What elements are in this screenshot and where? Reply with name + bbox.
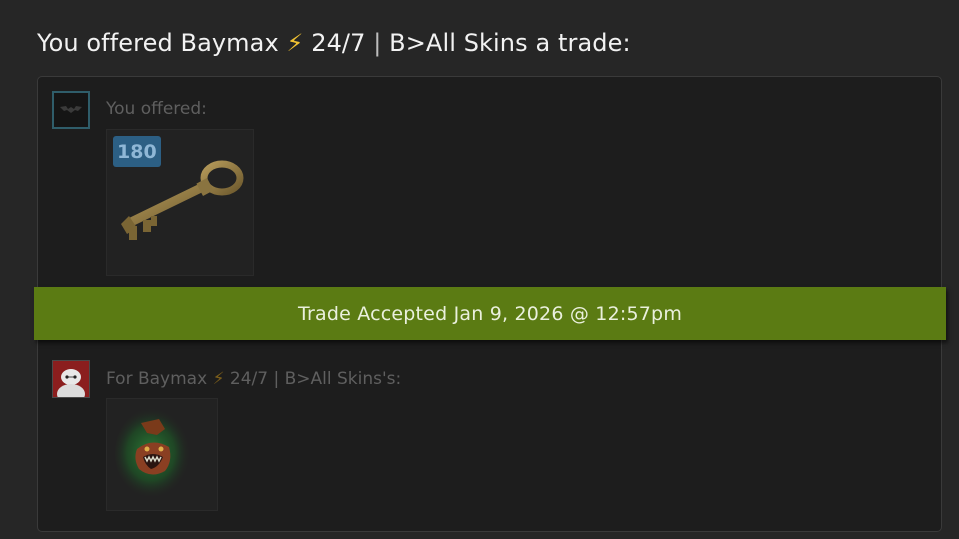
heading-suffix: B>All Skins a trade:	[381, 29, 631, 57]
for-label-mid: 24/7	[224, 369, 274, 389]
baymax-avatar-icon	[53, 361, 89, 397]
partner-avatar[interactable]	[52, 360, 90, 398]
for-label-prefix: For Baymax	[106, 369, 213, 389]
offered-item-key[interactable]: 180	[106, 129, 254, 276]
lightning-icon: ⚡	[286, 29, 304, 57]
received-item-cosmetic[interactable]	[106, 398, 218, 511]
trade-offer-page: You offered Baymax ⚡ 24/7 | B>All Skins …	[0, 0, 959, 539]
cosmetic-item-icon	[115, 407, 195, 499]
heading-prefix: You offered Baymax	[37, 29, 287, 57]
trade-accepted-banner: Trade Accepted Jan 9, 2026 @ 12:57pm	[34, 287, 946, 340]
for-partner-label: For Baymax ⚡ 24/7 | B>All Skins's:	[106, 369, 401, 389]
trade-heading: You offered Baymax ⚡ 24/7 | B>All Skins …	[37, 29, 631, 57]
heading-mid: 24/7	[303, 29, 374, 57]
for-label-suffix: B>All Skins's:	[279, 369, 402, 389]
lightning-icon: ⚡	[212, 369, 225, 389]
you-offered-label: You offered:	[106, 99, 207, 119]
my-avatar[interactable]	[52, 91, 90, 129]
bat-avatar-icon	[54, 93, 88, 127]
item-count-badge: 180	[113, 136, 161, 167]
